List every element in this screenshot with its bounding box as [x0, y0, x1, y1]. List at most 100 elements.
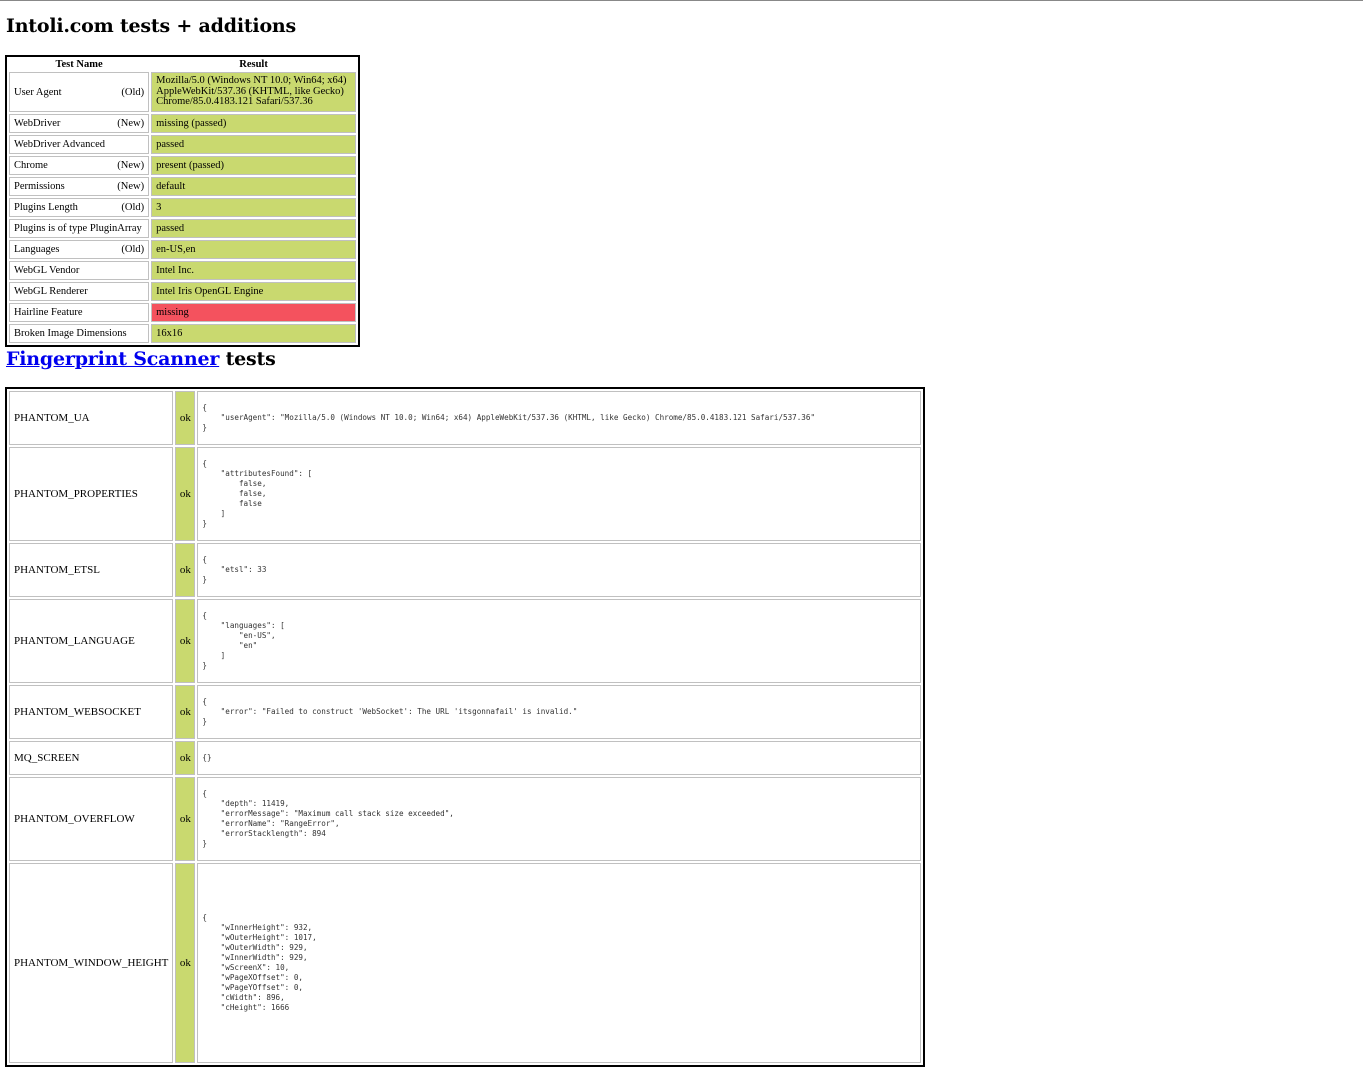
test-name-cell: WebGL Renderer: [9, 282, 150, 301]
test-name: WebGL Vendor: [14, 265, 80, 276]
fingerprint-data-cell: { "wInnerHeight": 932, "wOuterHeight": 1…: [197, 863, 921, 1063]
test-name: Languages: [14, 244, 60, 255]
fingerprint-status: ok: [175, 777, 196, 861]
fingerprint-json: { "wInnerHeight": 932, "wOuterHeight": 1…: [202, 913, 317, 1012]
intoli-row: (Old) Plugins Length 3: [9, 198, 356, 217]
intoli-header-row: Test Name Result: [9, 59, 356, 70]
fingerprint-json: { "userAgent": "Mozilla/5.0 (Windows NT …: [202, 403, 816, 432]
fingerprint-test-name: MQ_SCREEN: [9, 741, 174, 775]
test-name: Chrome: [14, 160, 48, 171]
intoli-row: Broken Image Dimensions 16x16: [9, 324, 356, 343]
test-name: Hairline Feature: [14, 307, 83, 318]
test-result-cell: missing (passed): [151, 114, 356, 133]
fingerprint-title-suffix: tests: [219, 348, 276, 370]
test-result-cell: Intel Iris OpenGL Engine: [151, 282, 356, 301]
fingerprint-status: ok: [175, 685, 196, 739]
fingerprint-data-cell: { "etsl": 33 }: [197, 543, 921, 597]
fingerprint-row: MQ_SCREEN ok {}: [9, 741, 921, 775]
fingerprint-row: PHANTOM_LANGUAGE ok{ "languages": [ "en-U…: [9, 599, 921, 683]
intoli-row: WebGL Renderer Intel Iris OpenGL Engine: [9, 282, 356, 301]
result-header: Result: [239, 59, 268, 70]
test-name-cell: (New) Chrome: [9, 156, 150, 175]
fingerprint-row: PHANTOM_ETSL ok{ "etsl": 33 }: [9, 543, 921, 597]
test-result-cell: en-US,en: [151, 240, 356, 259]
intoli-row: (New) Permissions default: [9, 177, 356, 196]
test-name-cell: Broken Image Dimensions: [9, 324, 150, 343]
fingerprint-data-cell: {}: [197, 741, 921, 775]
top-divider: [0, 0, 1363, 1]
test-name-cell: (New) Permissions: [9, 177, 150, 196]
test-tag: (New): [117, 118, 145, 129]
fingerprint-scanner-link[interactable]: Fingerprint Scanner: [6, 348, 219, 370]
test-result-cell: 16x16: [151, 324, 356, 343]
test-name: Plugins Length: [14, 202, 78, 213]
fingerprint-row: PHANTOM_PROPERTIES ok{ "attributesFound":…: [9, 447, 921, 541]
test-result-cell: 3: [151, 198, 356, 217]
test-name-cell: Hairline Feature: [9, 303, 150, 322]
test-name-cell: Plugins is of type PluginArray: [9, 219, 150, 238]
test-result-cell: missing: [151, 303, 356, 322]
fingerprint-json: { "depth": 11419, "errorMessage": "Maxim…: [202, 789, 454, 848]
fingerprint-json: { "attributesFound": [ false, false, fal…: [202, 459, 313, 528]
fingerprint-json: { "error": "Failed to construct 'WebSock…: [202, 697, 578, 726]
fingerprint-status: ok: [175, 447, 196, 541]
test-result-cell: default: [151, 177, 356, 196]
fingerprint-data-cell: { "attributesFound": [ false, false, fal…: [197, 447, 921, 541]
fingerprint-results-table: PHANTOM_UA ok{ "userAgent": "Mozilla/5.0 …: [5, 387, 925, 1067]
fingerprint-data-cell: { "error": "Failed to construct 'WebSock…: [197, 685, 921, 739]
fingerprint-row: PHANTOM_OVERFLOW ok{ "depth": 11419, "err…: [9, 777, 921, 861]
intoli-row: (New) Chrome present (passed): [9, 156, 356, 175]
test-tag: (New): [117, 160, 145, 171]
intoli-results-table: Test Name Result (Old) User Agent Mozilla/…: [5, 55, 360, 347]
fingerprint-test-name: PHANTOM_PROPERTIES: [9, 447, 174, 541]
fingerprint-json: { "languages": [ "en-US", "en" ] }: [202, 611, 285, 670]
intoli-row: WebGL Vendor Intel Inc.: [9, 261, 356, 280]
test-name-header: Test Name: [55, 59, 103, 70]
fingerprint-row: PHANTOM_WINDOW_HEIGHT ok{ "wInnerHeight":…: [9, 863, 921, 1063]
intoli-row: (Old) User Agent Mozilla/5.0 (Windows NT 1…: [9, 72, 356, 112]
intoli-row: WebDriver Advanced passed: [9, 135, 356, 154]
test-result-cell: Mozilla/5.0 (Windows NT 10.0; Win64; x64…: [151, 72, 356, 112]
test-result-cell: passed: [151, 219, 356, 238]
fingerprint-test-name: PHANTOM_ETSL: [9, 543, 174, 597]
intoli-row: Hairline Feature missing: [9, 303, 356, 322]
test-name: Permissions: [14, 181, 65, 192]
intoli-section-title: Intoli.com tests + additions: [6, 15, 297, 37]
test-name-cell: (Old) User Agent: [9, 72, 150, 112]
test-name-cell: (New) WebDriver: [9, 114, 150, 133]
fingerprint-test-name: PHANTOM_LANGUAGE: [9, 599, 174, 683]
fingerprint-test-name: PHANTOM_WEBSOCKET: [9, 685, 174, 739]
test-name-cell: (Old) Languages: [9, 240, 150, 259]
fingerprint-json: { "etsl": 33 }: [202, 555, 267, 584]
fingerprint-status: ok: [175, 863, 196, 1063]
test-name: WebDriver: [14, 118, 61, 129]
test-name: WebDriver Advanced: [14, 139, 105, 150]
test-result-cell: present (passed): [151, 156, 356, 175]
fingerprint-row: PHANTOM_UA ok{ "userAgent": "Mozilla/5.0 …: [9, 391, 921, 445]
fingerprint-test-name: PHANTOM_OVERFLOW: [9, 777, 174, 861]
fingerprint-row: PHANTOM_WEBSOCKET ok{ "error": "Failed to…: [9, 685, 921, 739]
fingerprint-status: ok: [175, 599, 196, 683]
test-result-cell: passed: [151, 135, 356, 154]
intoli-row: (New) WebDriver missing (passed): [9, 114, 356, 133]
test-tag: (Old): [121, 202, 145, 213]
fingerprint-status: ok: [175, 741, 196, 775]
fingerprint-status: ok: [175, 391, 196, 445]
test-name: WebGL Renderer: [14, 286, 88, 297]
fingerprint-data-cell: { "userAgent": "Mozilla/5.0 (Windows NT …: [197, 391, 921, 445]
fingerprint-test-name: PHANTOM_UA: [9, 391, 174, 445]
fingerprint-status: ok: [175, 543, 196, 597]
fingerprint-section-title: Fingerprint Scanner tests: [6, 348, 276, 370]
test-tag: (Old): [121, 86, 145, 98]
fingerprint-test-name: PHANTOM_WINDOW_HEIGHT: [9, 863, 174, 1063]
fingerprint-data-cell: { "depth": 11419, "errorMessage": "Maxim…: [197, 777, 921, 861]
test-name-cell: WebDriver Advanced: [9, 135, 150, 154]
test-name: User Agent: [14, 86, 62, 98]
test-name: Broken Image Dimensions: [14, 328, 127, 339]
test-name-cell: WebGL Vendor: [9, 261, 150, 280]
fingerprint-json: {}: [202, 753, 212, 762]
test-name: Plugins is of type PluginArray: [14, 223, 142, 234]
intoli-row: (Old) Languages en-US,en: [9, 240, 356, 259]
test-name-cell: (Old) Plugins Length: [9, 198, 150, 217]
intoli-row: Plugins is of type PluginArray passed: [9, 219, 356, 238]
